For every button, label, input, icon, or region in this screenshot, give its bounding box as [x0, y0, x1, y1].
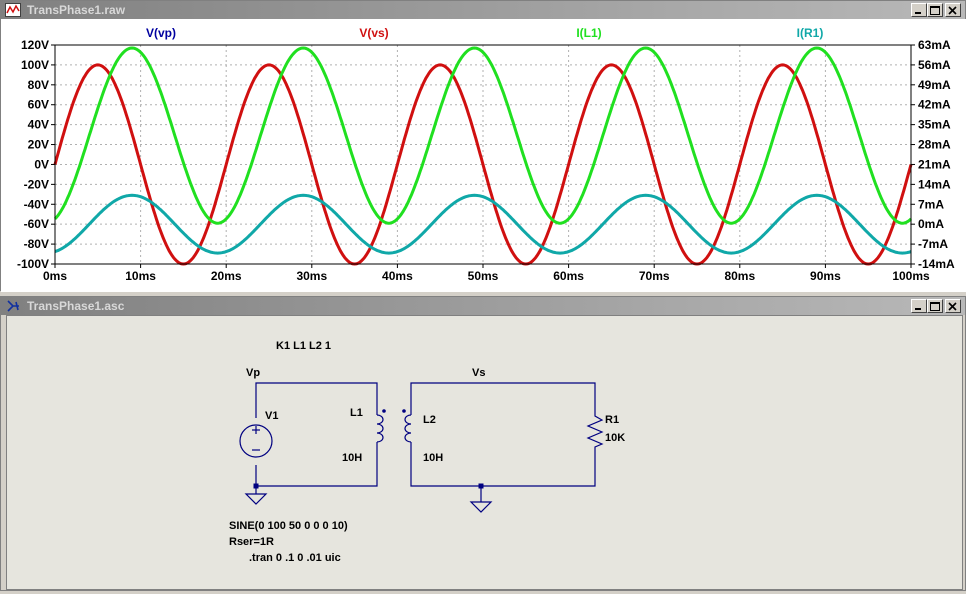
legend-trace-name[interactable]: I(L1) [576, 26, 601, 40]
y-right-tick-label: 63mA [918, 38, 951, 52]
y-right-tick-label: 21mA [918, 157, 951, 171]
schematic-drawing[interactable]: K1 L1 L2 1 Vp Vs V1 L1 10H L2 10H R1 10K… [7, 316, 962, 589]
v1-source[interactable] [239, 424, 273, 458]
v1-label[interactable]: V1 [265, 410, 278, 422]
trace-i-r1[interactable] [54, 193, 912, 255]
schematic-window-title: TransPhase1.asc [27, 299, 125, 313]
y-left-tick-label: -60V [24, 217, 49, 231]
y-right-tick-label: 7mA [918, 197, 944, 211]
plot-window-title: TransPhase1.raw [27, 3, 126, 17]
y-left-tick-label: 60V [28, 98, 49, 112]
close-icon [948, 302, 957, 311]
l2-label[interactable]: L2 [423, 414, 436, 426]
y-left-tick-label: 100V [21, 58, 49, 72]
r1-label[interactable]: R1 [605, 414, 619, 426]
ground-symbol[interactable] [469, 501, 493, 513]
minimize-icon [915, 12, 921, 14]
y-right-tick-label: 56mA [918, 58, 951, 72]
tran-directive[interactable]: .tran 0 .1 0 .01 uic [249, 552, 341, 564]
y-left-tick-label: 80V [28, 78, 49, 92]
waveform-chart[interactable]: 0ms 10ms 20ms 30ms 40ms 50ms 60ms 70ms 80ms 90ms 1… [1, 19, 966, 292]
legend-trace-name[interactable]: I(R1) [797, 26, 824, 40]
y-left-tick-label: -40V [24, 197, 49, 211]
schematic-window-titlebar[interactable]: TransPhase1.asc [1, 297, 965, 315]
x-tick-label: 50ms [468, 269, 499, 283]
plot-window: TransPhase1.raw 0ms 10ms 20ms 30ms 40ms 50ms 6… [0, 0, 966, 292]
schematic-icon [7, 300, 19, 312]
x-tick-label: 90ms [810, 269, 841, 283]
y-left-tick-label: 20V [28, 138, 49, 152]
l1-label[interactable]: L1 [350, 407, 363, 419]
l2-value[interactable]: 10H [423, 452, 443, 464]
schematic-window: TransPhase1.asc K1 L1 L2 1 Vp Vs V1 L1 1… [0, 296, 966, 591]
waveform-icon [5, 3, 21, 17]
y-right-tick-label: 35mA [918, 118, 951, 132]
junction-dot [253, 483, 259, 489]
legend-trace-name[interactable]: V(vp) [146, 26, 176, 40]
schematic-canvas[interactable]: K1 L1 L2 1 Vp Vs V1 L1 10H L2 10H R1 10K… [6, 315, 963, 590]
y-right-tick-label: 28mA [918, 138, 951, 152]
minimize-button[interactable] [911, 299, 927, 313]
r1-value[interactable]: 10K [605, 432, 625, 444]
minimize-button[interactable] [911, 3, 927, 17]
coupling-directive[interactable]: K1 L1 L2 1 [276, 340, 331, 352]
waveform-plot[interactable]: 0ms 10ms 20ms 30ms 40ms 50ms 60ms 70ms 80ms 90ms 1… [1, 19, 966, 292]
l1-value[interactable]: 10H [342, 452, 362, 464]
maximize-icon [930, 302, 940, 311]
y-left-tick-label: -80V [24, 237, 49, 251]
y-left-tick-label: 0V [34, 157, 49, 171]
close-button[interactable] [945, 299, 961, 313]
y-right-tick-label: 0mA [918, 217, 944, 231]
close-icon [948, 6, 957, 15]
x-tick-label: 40ms [382, 269, 413, 283]
x-tick-label: 20ms [211, 269, 242, 283]
l2-inductor[interactable] [402, 407, 412, 451]
plot-window-titlebar[interactable]: TransPhase1.raw [1, 1, 965, 19]
net-label-vs[interactable]: Vs [472, 367, 485, 379]
l1-inductor[interactable] [376, 407, 386, 451]
x-tick-label: 80ms [724, 269, 755, 283]
y-right-tick-label: -14mA [918, 257, 955, 271]
source-spec[interactable]: SINE(0 100 50 0 0 0 10) [229, 520, 348, 532]
maximize-button[interactable] [927, 3, 943, 17]
x-tick-label: 100ms [892, 269, 930, 283]
y-right-tick-label: 14mA [918, 177, 951, 191]
wire-vs-net[interactable] [410, 382, 596, 411]
x-tick-label: 10ms [125, 269, 156, 283]
y-left-tick-label: 40V [28, 118, 49, 132]
x-tick-label: 60ms [553, 269, 584, 283]
maximize-icon [930, 6, 940, 15]
x-tick-label: 0ms [43, 269, 67, 283]
y-right-tick-label: 49mA [918, 78, 951, 92]
y-right-tick-label: -7mA [918, 237, 948, 251]
y-left-tick-label: -100V [17, 257, 49, 271]
ground-symbol[interactable] [244, 493, 268, 505]
y-right-tick-label: 42mA [918, 98, 951, 112]
source-rser[interactable]: Rser=1R [229, 536, 274, 548]
y-left-tick-label: -20V [24, 177, 49, 191]
legend-trace-name[interactable]: V(vs) [359, 26, 388, 40]
maximize-button[interactable] [927, 299, 943, 313]
r1-resistor[interactable] [586, 411, 604, 451]
net-label-vp[interactable]: Vp [246, 367, 260, 379]
close-button[interactable] [945, 3, 961, 17]
x-tick-label: 70ms [639, 269, 670, 283]
y-left-tick-label: 120V [21, 38, 49, 52]
junction-dot [478, 483, 484, 489]
x-tick-label: 30ms [296, 269, 327, 283]
minimize-icon [915, 308, 921, 310]
